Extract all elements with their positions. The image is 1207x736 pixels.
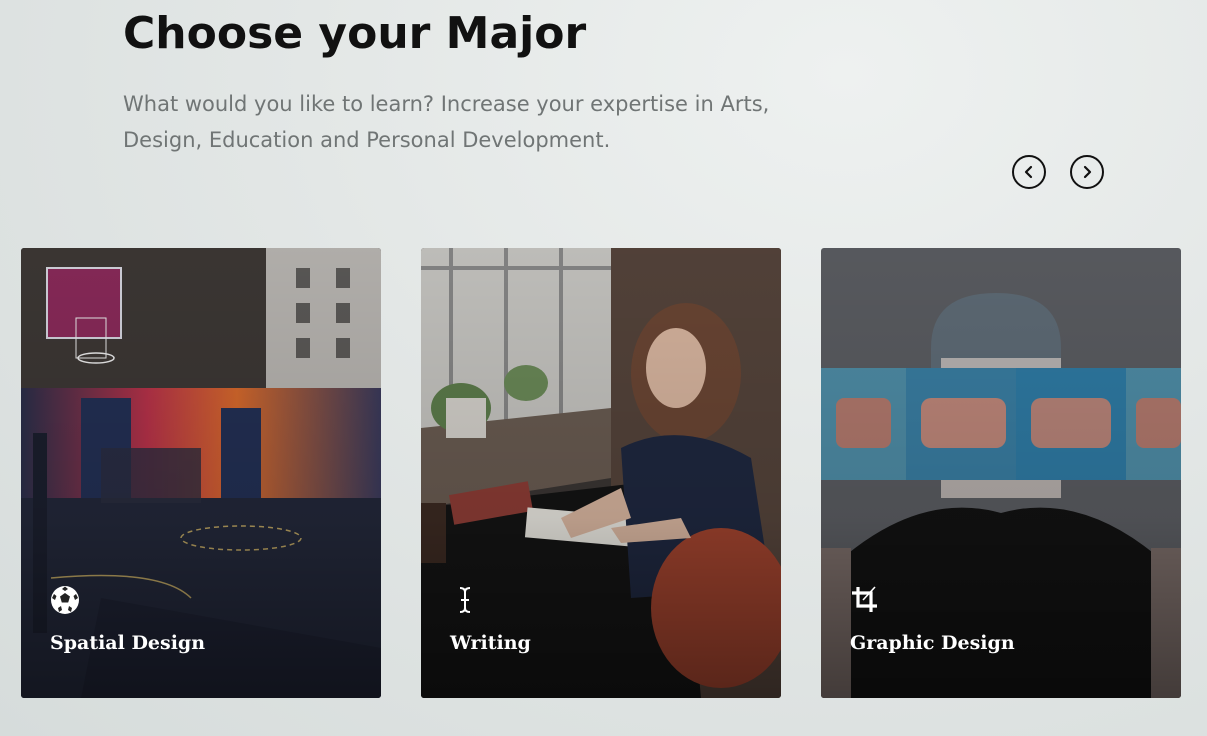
chevron-left-icon bbox=[1024, 165, 1033, 179]
card-overlay bbox=[821, 248, 1181, 698]
chevron-right-icon bbox=[1083, 165, 1092, 179]
major-label: Graphic Design bbox=[850, 632, 1015, 654]
carousel-prev-button[interactable] bbox=[1012, 155, 1046, 189]
page-title: Choose your Major bbox=[123, 8, 587, 59]
major-card-graphic-design[interactable]: Graphic Design bbox=[821, 248, 1181, 698]
crop-icon bbox=[852, 586, 877, 612]
major-card-spatial-design[interactable]: Spatial Design bbox=[21, 248, 381, 698]
card-overlay bbox=[21, 248, 381, 698]
page-subtitle: What would you like to learn? Increase y… bbox=[123, 92, 770, 152]
major-card-writing[interactable]: Writing bbox=[421, 248, 781, 698]
major-label: Writing bbox=[450, 632, 531, 654]
carousel-next-button[interactable] bbox=[1070, 155, 1104, 189]
soccer-ball-icon bbox=[51, 586, 79, 614]
card-overlay bbox=[421, 248, 781, 698]
major-label: Spatial Design bbox=[50, 632, 206, 654]
text-cursor-icon bbox=[459, 587, 471, 613]
